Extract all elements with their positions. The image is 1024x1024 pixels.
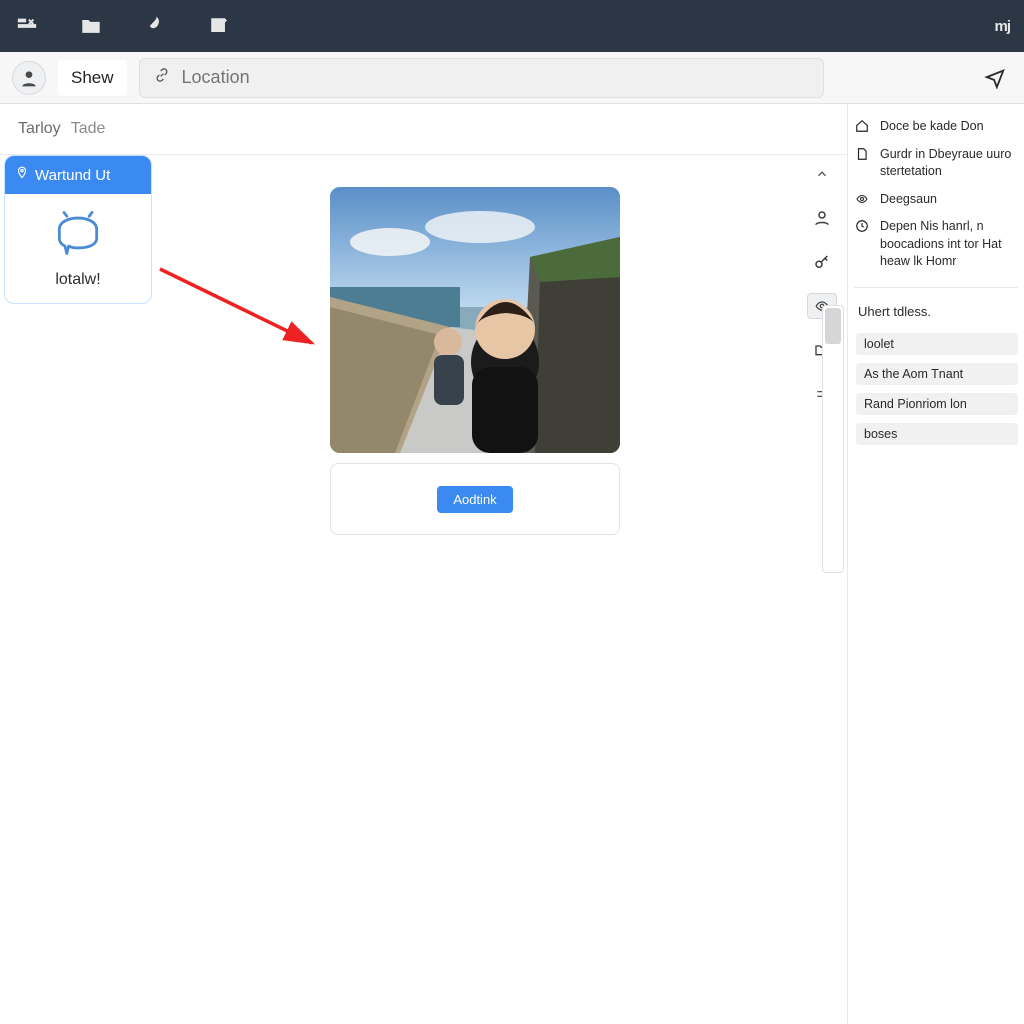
side-item-label: Depen Nis hanrl, n boocadions int tor Ha… (880, 218, 1018, 271)
photo-action-button[interactable]: Aodtink (437, 486, 512, 513)
tab-secondary[interactable]: Tade (71, 120, 106, 138)
side-item[interactable]: Depen Nis hanrl, n boocadions int tor Ha… (854, 218, 1018, 271)
scrollbar-thumb[interactable] (825, 308, 841, 344)
brand-label: mj (994, 18, 1010, 35)
info-card-title: Wartund Ut (35, 167, 110, 184)
tab-primary[interactable]: Tarloy (18, 120, 61, 138)
clock-icon (854, 218, 870, 234)
vertical-scrollbar[interactable] (822, 305, 844, 573)
send-icon[interactable] (978, 61, 1012, 95)
location-input[interactable] (182, 67, 809, 88)
home-icon (854, 118, 870, 134)
document-icon (854, 146, 870, 162)
location-input-wrap (139, 58, 824, 98)
side-chip[interactable]: boses (856, 423, 1018, 445)
side-item-label: Doce be kade Don (880, 118, 1018, 136)
tool-collapse-icon[interactable] (807, 161, 837, 187)
edit-icon[interactable] (206, 13, 232, 39)
link-icon (154, 67, 170, 88)
eye-icon (854, 191, 870, 207)
tool-person-icon[interactable] (807, 205, 837, 231)
side-separator (854, 287, 1018, 288)
folder-icon[interactable] (78, 13, 104, 39)
canvas-area: Wartund Ut lotalw! (0, 155, 847, 1019)
info-card-caption: lotalw! (55, 271, 100, 289)
info-card-header: Wartund Ut (5, 156, 151, 194)
location-bar: Shew (0, 52, 1024, 104)
app-menu-icon[interactable] (14, 13, 40, 39)
side-item[interactable]: Doce be kade Don (854, 118, 1018, 136)
annotation-arrow (152, 263, 332, 363)
side-item-label: Deegsaun (880, 191, 1018, 209)
tab-strip: Tarloy Tade (0, 104, 847, 155)
side-item[interactable]: Gurdr in Dbeyraue uuro stertetation (854, 146, 1018, 181)
side-chip[interactable]: Rand Pionriom lon (856, 393, 1018, 415)
main-panel: Tarloy Tade Wartund Ut (0, 104, 848, 1024)
side-item[interactable]: Deegsaun (854, 191, 1018, 209)
show-button-label: Shew (71, 68, 114, 88)
side-panel: Doce be kade Don Gurdr in Dbeyraue uuro … (848, 104, 1024, 1024)
brush-icon[interactable] (142, 13, 168, 39)
info-card[interactable]: Wartund Ut lotalw! (4, 155, 152, 304)
animal-icon (50, 210, 106, 261)
profile-avatar[interactable] (12, 61, 46, 95)
side-item-label: Gurdr in Dbeyraue uuro stertetation (880, 146, 1018, 181)
photo-action-bar: Aodtink (330, 463, 620, 535)
side-section-title: Uhert tdless. (854, 304, 1018, 319)
pin-icon (15, 166, 29, 184)
photo-preview[interactable] (330, 187, 620, 453)
tool-key-icon[interactable] (807, 249, 837, 275)
show-button[interactable]: Shew (58, 60, 127, 96)
app-titlebar: mj (0, 0, 1024, 52)
side-chip[interactable]: As the Aom Tnant (856, 363, 1018, 385)
side-chip[interactable]: loolet (856, 333, 1018, 355)
